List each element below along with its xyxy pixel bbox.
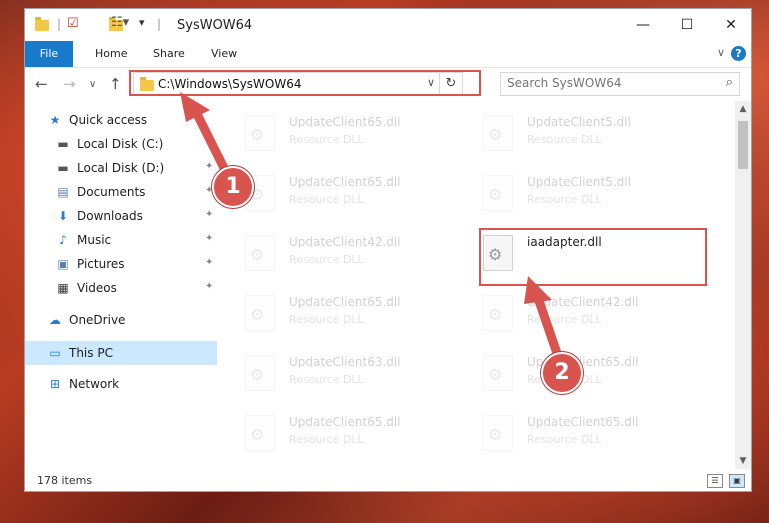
search-input[interactable] [501,73,707,93]
sidebar-item-local-disk-d[interactable]: ▬ Local Disk (D:) [55,157,164,179]
separator: | [157,17,162,31]
list-item[interactable]: ⚙ UpdateClient42.dll Resource DLL [465,291,685,337]
documents-icon: ▤ [57,185,69,199]
window-title: SysWOW64 [177,18,253,33]
step-badge-1: 1 [212,166,254,208]
close-button[interactable]: ✕ [709,9,753,41]
music-icon: ♪ [59,233,67,247]
ribbon-tabs: File Home Share View ∨ ? [25,41,751,68]
sidebar-item-pictures[interactable]: ▣ Pictures [55,253,124,275]
list-item[interactable]: ⚙ UpdateClient65.dll Resource DLL [227,111,447,157]
up-arrow-icon[interactable]: ↑ [109,75,122,93]
separator: | [57,17,62,31]
recent-locations-icon[interactable]: ∨ [89,79,96,90]
step-badge-2: 2 [541,352,583,394]
drive-icon: ▬ [57,137,69,151]
network-icon: ⊞ [49,377,61,391]
scrollbar-thumb[interactable] [738,121,748,169]
minimize-button[interactable]: — [621,9,665,41]
properties-icon[interactable]: ☑ [67,16,79,32]
folder-icon [35,17,49,31]
dll-file-icon: ⚙ [245,115,275,151]
dll-file-icon: ⚙ [245,295,275,331]
tab-home[interactable]: Home [83,41,139,67]
dll-file-icon: ⚙ [245,415,275,451]
dll-file-icon: ⚙ [483,115,513,151]
sidebar-item-music[interactable]: ♪ Music [55,229,111,251]
minimize-icon: — [636,17,650,33]
sidebar-item-documents[interactable]: ▤ Documents [55,181,145,203]
dll-file-icon: ⚙ [483,415,513,451]
dll-file-icon: ⚙ [483,355,513,391]
expand-ribbon-icon[interactable]: ∨ [717,46,725,59]
sidebar-item-videos[interactable]: ▦ Videos [55,277,117,299]
dll-file-icon: ⚙ [245,235,275,271]
list-item[interactable]: ⚙ UpdateClient65.dll Resource DLL [227,171,447,217]
vertical-scrollbar[interactable]: ▲ ▼ [735,101,751,469]
file-list: ⚙ UpdateClient65.dll Resource DLL ⚙ Upda… [227,105,735,467]
sidebar-item-network[interactable]: ⊞ Network [47,373,119,395]
customize-quick-access-icon[interactable]: ☷▾ [111,15,129,31]
forward-arrow-icon[interactable]: → [63,75,76,93]
tab-file[interactable]: File [25,41,73,67]
navigation-pane: ★ Quick access ▬ Local Disk (C:) ✦ ▬ Local … [25,109,217,469]
dropdown-arrow-icon[interactable]: ▾ [139,16,145,32]
tab-view[interactable]: View [199,41,249,67]
dll-file-icon: ⚙ [483,295,513,331]
iaadapter-highlight [479,228,707,286]
pin-icon[interactable]: ✦ [205,209,213,220]
download-icon: ⬇ [57,209,69,223]
list-item[interactable]: ⚙ UpdateClient65.dll Resource DLL [227,411,447,457]
star-icon: ★ [49,113,61,127]
dll-file-icon: ⚙ [483,175,513,211]
large-icons-view-icon[interactable]: ▣ [729,474,745,488]
list-item[interactable]: ⚙ UpdateClient42.dll Resource DLL [227,231,447,277]
item-count: 178 items [37,474,93,487]
back-arrow-icon[interactable]: ← [35,75,48,93]
sidebar-item-onedrive[interactable]: ☁ OneDrive [47,309,125,331]
cloud-icon: ☁ [49,313,61,327]
maximize-button[interactable]: ☐ [665,9,709,41]
list-item[interactable]: ⚙ UpdateClient5.dll Resource DLL [465,171,685,217]
navigation-bar: ← → ∨ ↑ C:\Windows\SysWOW64 ∨ ↻ ⌕ [25,69,751,99]
scroll-up-icon[interactable]: ▲ [735,101,751,117]
details-view-icon[interactable]: ☰ [707,474,723,488]
videos-icon: ▦ [57,281,69,295]
drive-icon: ▬ [57,161,69,175]
pin-icon[interactable]: ✦ [205,161,213,172]
sidebar-item-local-disk-c[interactable]: ▬ Local Disk (C:) [55,133,163,155]
close-icon: ✕ [725,17,737,33]
dll-file-icon: ⚙ [245,355,275,391]
help-icon[interactable]: ? [731,46,746,61]
sidebar-item-this-pc[interactable]: ▭ This PC [47,342,113,364]
list-item[interactable]: ⚙ UpdateClient65.dll Resource DLL [227,291,447,337]
address-bar-highlight [129,70,481,96]
sidebar-item-quick-access[interactable]: ★ Quick access [47,109,148,131]
list-item[interactable]: ⚙ UpdateClient65.dll Resource DLL [465,411,685,457]
maximize-icon: ☐ [680,17,694,33]
pin-icon[interactable]: ✦ [205,233,213,244]
search-box[interactable]: ⌕ [500,72,740,96]
pin-icon[interactable]: ✦ [205,257,213,268]
tab-share[interactable]: Share [141,41,197,67]
computer-icon: ▭ [49,346,61,360]
list-item[interactable]: ⚙ UpdateClient5.dll Resource DLL [465,111,685,157]
pin-icon[interactable]: ✦ [205,281,213,292]
pictures-icon: ▣ [57,257,69,271]
search-icon[interactable]: ⌕ [726,75,733,90]
file-explorer-window: | ☑ ☷▾ ▾ | SysWOW64 — ☐ ✕ File Home Shar… [24,8,752,492]
scroll-down-icon[interactable]: ▼ [735,453,751,469]
sidebar-item-downloads[interactable]: ⬇ Downloads [55,205,143,227]
title-bar: | ☑ ☷▾ ▾ | SysWOW64 — ☐ ✕ [25,9,751,41]
pin-icon[interactable]: ✦ [205,137,213,148]
status-bar: 178 items ☰ ▣ [25,471,751,491]
list-item[interactable]: ⚙ UpdateClient63.dll Resource DLL [227,351,447,397]
